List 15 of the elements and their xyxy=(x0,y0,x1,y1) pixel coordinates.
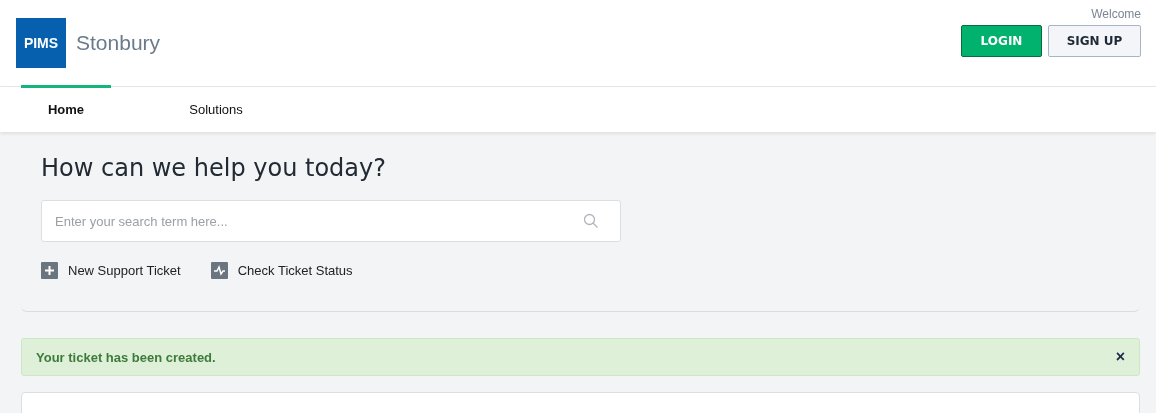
search-field[interactable]: Enter your search term here... xyxy=(41,200,621,242)
search-icon[interactable] xyxy=(583,213,599,229)
pulse-icon xyxy=(210,262,228,279)
plus-icon xyxy=(41,262,58,279)
nav-tab[interactable]: Solutions xyxy=(171,85,261,132)
alert-message: Your ticket has been created. xyxy=(36,349,216,365)
nav-tab[interactable]: Home xyxy=(21,85,111,132)
action-link[interactable]: New Support Ticket xyxy=(41,262,181,279)
close-button[interactable]: × xyxy=(1115,348,1125,366)
logo[interactable]: PIMS xyxy=(16,18,66,68)
signup-button[interactable]: SIGN UP xyxy=(1048,25,1141,57)
page-heading: How can we help you today? xyxy=(41,154,387,182)
brand-name: Stonbury xyxy=(76,31,161,55)
action-link[interactable]: Check Ticket Status xyxy=(210,262,353,279)
welcome-text: Welcome xyxy=(1091,7,1141,21)
